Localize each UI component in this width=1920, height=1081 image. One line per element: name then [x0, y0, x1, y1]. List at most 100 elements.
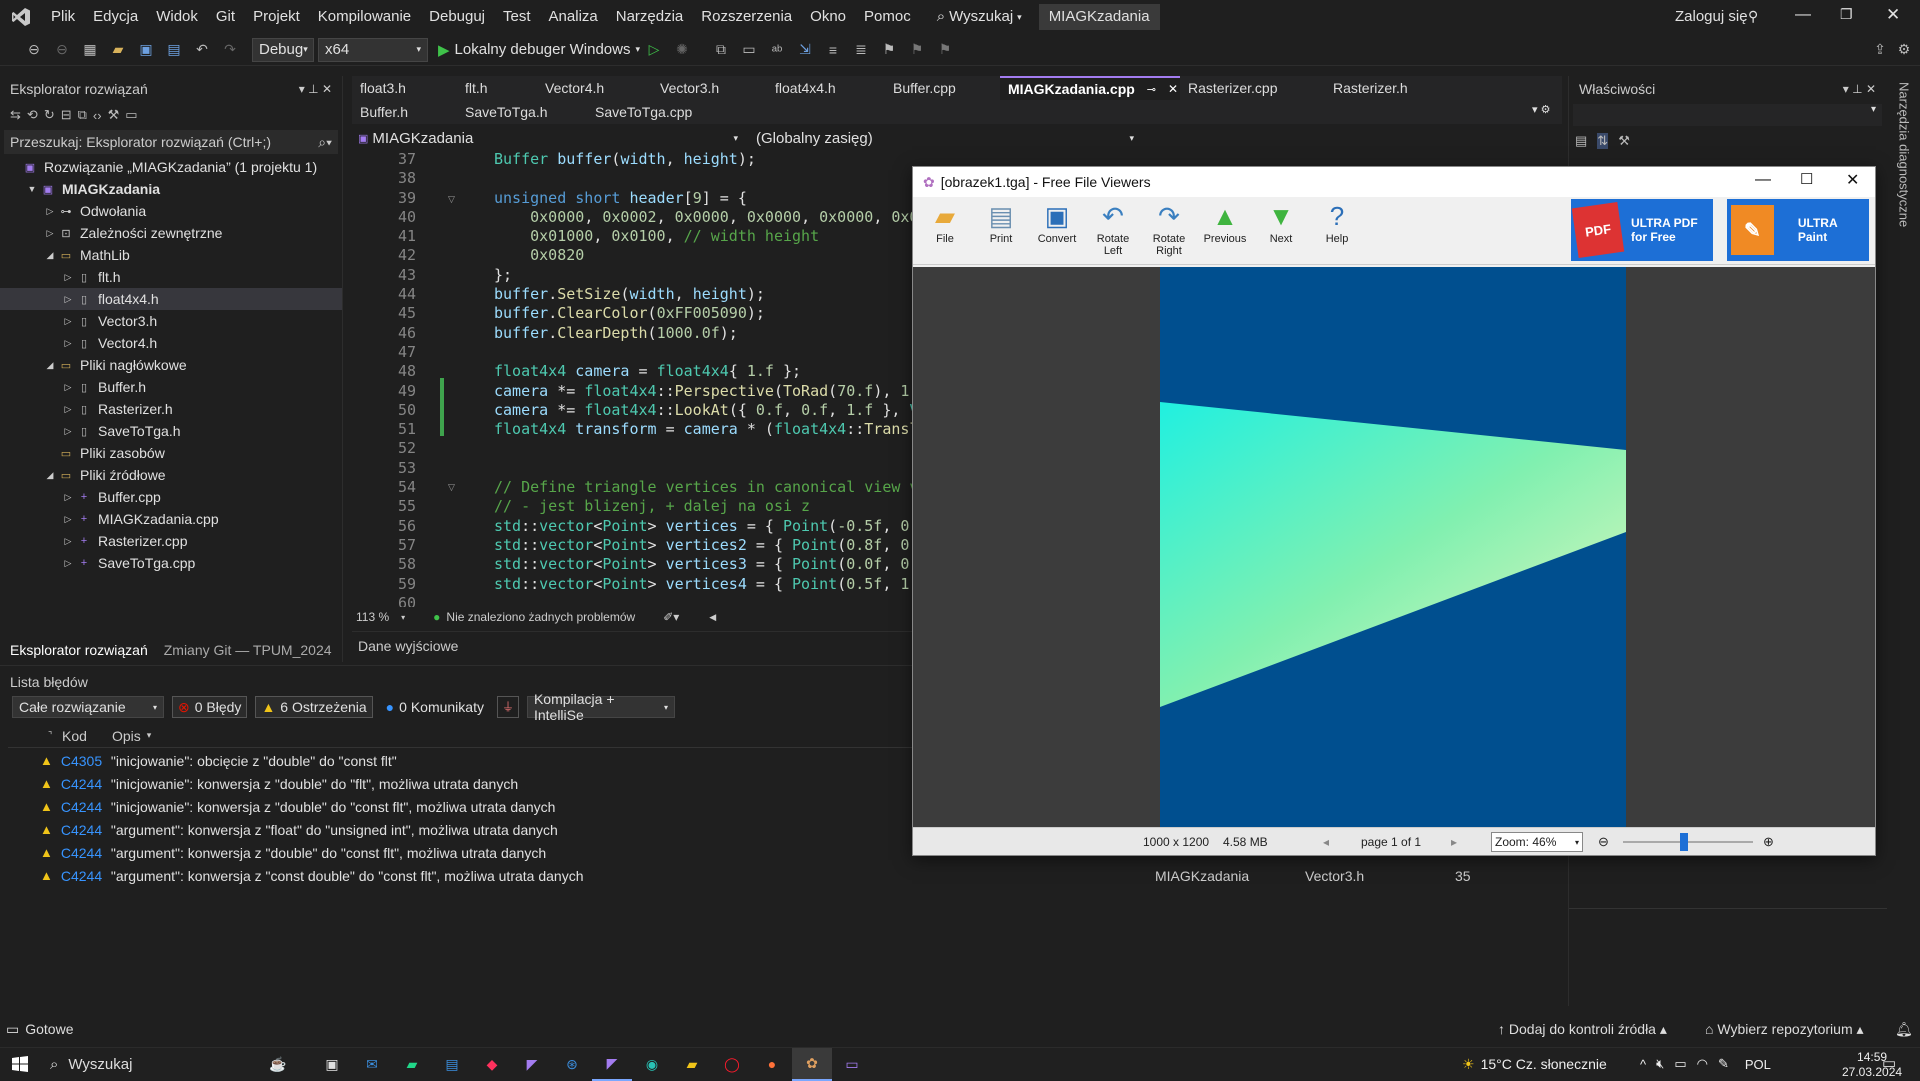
viewer-file-button[interactable]: ▰ File — [917, 201, 973, 245]
tree-item[interactable]: ▷ ▯ SaveToTga.h — [0, 420, 342, 442]
visual-studio-icon[interactable]: ◤ — [512, 1048, 552, 1081]
save-all-icon[interactable]: ▤ — [163, 39, 185, 61]
viewer-print-button[interactable]: ▤ Print — [973, 201, 1029, 245]
menu-item[interactable]: Pomoc — [855, 0, 920, 34]
alphabetical-icon[interactable]: ⇅ — [1597, 133, 1609, 149]
error-code-link[interactable]: C4244 — [61, 868, 111, 884]
viewer-maximize-button[interactable]: ☐ — [1800, 170, 1813, 188]
bookmark-prev-icon[interactable]: ⚑ — [906, 39, 928, 61]
expand-arrow-icon[interactable]: ◢ — [42, 250, 58, 261]
tab-git-changes[interactable]: Zmiany Git — TPUM_2024 — [158, 642, 338, 658]
zoom-select[interactable]: Zoom: 46% ▾ — [1491, 832, 1583, 852]
redo-icon[interactable]: ↷ — [219, 39, 241, 61]
tab-overflow-icon[interactable]: ▾ ⚙ — [1532, 103, 1550, 116]
expand-arrow-icon[interactable]: ▷ — [60, 338, 76, 349]
pen-icon[interactable]: ✎ — [1718, 1056, 1729, 1072]
run-button[interactable]: ▶ Lokalny debuger Windows ▾ — [438, 41, 640, 59]
tree-item[interactable]: ▷ ⊡ Zależności zewnętrzne — [0, 222, 342, 244]
feedback-icon[interactable]: ⚙ — [1893, 39, 1915, 61]
visual-studio-active-icon[interactable]: ◤ — [592, 1048, 632, 1081]
search-menu[interactable]: ⌕ Wyszukaj ▾ — [928, 0, 1031, 34]
config-select[interactable]: Debug ▾ — [252, 37, 314, 62]
tree-item[interactable]: ▷ + MIAGKzadania.cpp — [0, 508, 342, 530]
menu-item[interactable]: Git — [207, 0, 244, 34]
expand-arrow-icon[interactable]: ▷ — [60, 492, 76, 503]
tree-item[interactable]: ▭ Pliki zasobów — [0, 442, 342, 464]
code-editor[interactable]: 37 38 39 40 41 42 43 44 45 46 47 48 49 50 51 52 53 54 55 56… — [352, 150, 912, 607]
volume-icon[interactable]: 🔇︎ — [1656, 1056, 1664, 1072]
build-filter-select[interactable]: Kompilacja + IntelliSe ▾ — [526, 691, 675, 723]
step-icon[interactable]: ⇲ — [794, 39, 816, 61]
error-code-link[interactable]: C4244 — [61, 845, 111, 861]
tree-item[interactable]: ▷ ▯ flt.h — [0, 266, 342, 288]
tree-item[interactable]: ◢ ▭ Pliki źródłowe — [0, 464, 342, 486]
preview-icon[interactable]: ▭ — [125, 107, 137, 123]
editor-tab[interactable]: SaveToTga.cpp — [587, 100, 727, 124]
app-icon[interactable]: ⊛ — [552, 1048, 592, 1081]
new-project-icon[interactable]: ▦ — [79, 39, 101, 61]
menu-item[interactable]: Debuguj — [420, 0, 494, 34]
menu-item[interactable]: Analiza — [540, 0, 607, 34]
editor-tab[interactable]: float3.h — [352, 76, 457, 100]
tree-item[interactable]: ▷ + Buffer.cpp — [0, 486, 342, 508]
refresh-icon[interactable]: ↻ — [44, 107, 55, 123]
tree-item[interactable]: ▷ ▯ float4x4.h — [0, 288, 342, 310]
collapse-icon[interactable]: ⊟ — [61, 107, 72, 123]
menu-item[interactable]: Rozszerzenia — [692, 0, 801, 34]
expand-arrow-icon[interactable]: ▷ — [60, 272, 76, 283]
nav-scope-select[interactable]: (Globalny zasięg) ▾ — [750, 126, 1140, 150]
terminal-icon[interactable]: ▭ — [832, 1048, 872, 1081]
history-icon[interactable]: ⟲ — [27, 107, 38, 123]
taskbar-search[interactable]: ⌕ Wyszukaj — [40, 1048, 258, 1081]
expand-arrow-icon[interactable]: ▷ — [60, 382, 76, 393]
wrench-icon[interactable]: ⚒ — [108, 107, 120, 123]
error-code-link[interactable]: C4244 — [61, 799, 111, 815]
close-tab-icon[interactable]: ✕ — [1168, 82, 1178, 96]
save-icon[interactable]: ▣ — [135, 39, 157, 61]
editor-zoom[interactable]: 113 % — [356, 610, 389, 624]
store-icon[interactable]: ▤ — [432, 1048, 472, 1081]
opera-icon[interactable]: ◯ — [712, 1048, 752, 1081]
vs-logo-icon[interactable] — [0, 0, 42, 34]
tree-item[interactable]: ▼ ▣ MIAGKzadania — [0, 178, 342, 200]
forward-icon[interactable]: ⊖ — [51, 39, 73, 61]
notification-center-icon[interactable]: ▭ — [1882, 1054, 1896, 1072]
language-indicator[interactable]: POL — [1745, 1057, 1771, 1072]
menu-item[interactable]: Plik — [42, 0, 84, 34]
editor-tab[interactable]: float4x4.h — [767, 76, 885, 100]
bookmark-next-icon[interactable]: ⚑ — [934, 39, 956, 61]
firefox-icon[interactable]: ● — [752, 1048, 792, 1081]
prev-page-icon[interactable]: ◂ — [1323, 835, 1329, 849]
task-view-icon[interactable]: ▣ — [312, 1048, 352, 1081]
tree-item[interactable]: ▷ ▯ Buffer.h — [0, 376, 342, 398]
error-code-link[interactable]: C4305 — [61, 753, 111, 769]
menu-item[interactable]: Widok — [147, 0, 207, 34]
expand-arrow-icon[interactable]: ▷ — [42, 228, 58, 239]
expand-arrow-icon[interactable]: ▷ — [60, 514, 76, 525]
menu-item[interactable]: Test — [494, 0, 540, 34]
wifi-icon[interactable]: ◠ — [1697, 1056, 1708, 1072]
file-viewer-icon[interactable]: ✿ — [792, 1047, 832, 1081]
viewer-canvas[interactable] — [913, 267, 1875, 827]
expand-arrow-icon[interactable]: ▷ — [60, 316, 76, 327]
bookmark-icon[interactable]: ⚑ — [878, 39, 900, 61]
zoom-in-icon[interactable]: ⊕ — [1763, 834, 1774, 850]
editor-tab[interactable]: Rasterizer.h — [1325, 76, 1435, 100]
viewer-rotate-left-button[interactable]: ↶ Rotate Left — [1085, 201, 1141, 257]
start-icon[interactable] — [0, 1048, 40, 1081]
open-icon[interactable]: ▰ — [107, 39, 129, 61]
tree-item[interactable]: ▷ + SaveToTga.cpp — [0, 552, 342, 574]
viewer-help-button[interactable]: ? Help — [1309, 201, 1365, 245]
tree-item[interactable]: ▷ ▯ Rasterizer.h — [0, 398, 342, 420]
editor-tab[interactable]: Rasterizer.cpp — [1180, 76, 1325, 100]
editor-tab[interactable]: Buffer.h — [352, 100, 457, 124]
menu-item[interactable]: Narzędzia — [607, 0, 693, 34]
expand-arrow-icon[interactable]: ▷ — [60, 536, 76, 547]
platform-select[interactable]: x64 ▾ — [318, 37, 428, 62]
close-button[interactable]: ✕ — [1886, 5, 1900, 25]
viewer-next-button[interactable]: ▼ Next — [1253, 201, 1309, 245]
editor-tab[interactable]: Vector3.h — [652, 76, 767, 100]
zoom-slider-thumb[interactable] — [1680, 833, 1688, 851]
panel-controls-icon[interactable]: ▾ ⊥ ✕ — [1843, 82, 1876, 96]
error-code-link[interactable]: C4244 — [61, 776, 111, 792]
